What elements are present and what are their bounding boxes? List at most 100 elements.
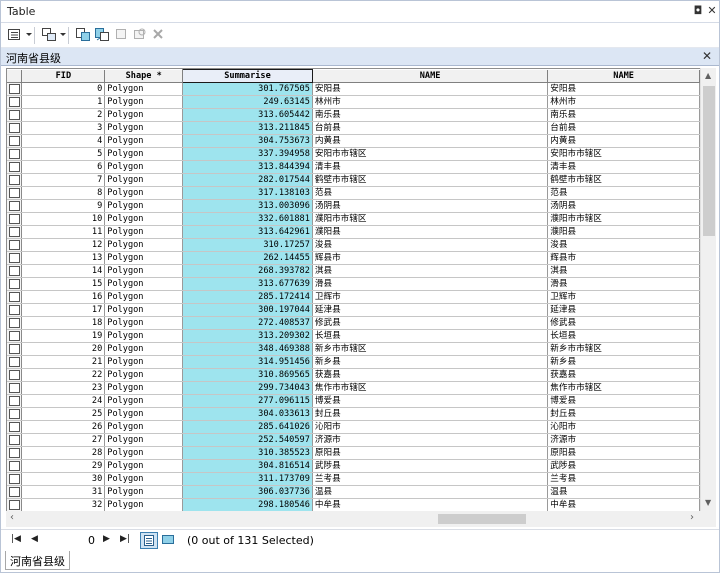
cell-summarise[interactable]: 262.14455 (182, 251, 313, 265)
table-row[interactable]: 24 Polygon 277.096115 博爱县 博爱县 (7, 394, 700, 408)
cell-shape[interactable]: Polygon (104, 420, 184, 434)
table-row[interactable]: 17 Polygon 300.197044 延津县 延津县 (7, 303, 700, 317)
cell-name[interactable]: 延津县 (312, 303, 549, 317)
cell-summarise[interactable]: 304.753673 (182, 134, 313, 148)
cell-name-2[interactable]: 范县 (547, 186, 700, 200)
cell-name-2[interactable]: 修武县 (547, 316, 700, 330)
row-selector-box[interactable] (8, 214, 20, 224)
cell-summarise[interactable]: 285.172414 (182, 290, 313, 304)
cell-summarise[interactable]: 310.17257 (182, 238, 313, 252)
row-selector[interactable] (7, 498, 23, 511)
cell-name-2[interactable]: 沁阳市 (547, 420, 700, 434)
cell-summarise[interactable]: 301.767505 (182, 82, 313, 96)
row-selector[interactable] (7, 225, 23, 239)
cell-shape[interactable]: Polygon (104, 82, 184, 96)
cell-name-2[interactable]: 博爱县 (547, 394, 700, 408)
related-tables-dropdown-icon[interactable] (60, 33, 66, 36)
table-row[interactable]: 8 Polygon 317.138103 范县 范县 (7, 186, 700, 200)
row-selector[interactable] (7, 446, 23, 460)
column-header-name[interactable]: NAME (312, 69, 549, 83)
related-tables-icon[interactable] (41, 27, 59, 43)
cell-summarise[interactable]: 332.601881 (182, 212, 313, 226)
cell-name[interactable]: 鹤壁市市辖区 (312, 173, 549, 187)
cell-fid[interactable]: 19 (21, 329, 106, 343)
row-selector-box[interactable] (8, 240, 20, 250)
row-selector[interactable] (7, 134, 23, 148)
cell-summarise[interactable]: 313.844394 (182, 160, 313, 174)
cell-summarise[interactable]: 306.037736 (182, 485, 313, 499)
clear-selection-icon[interactable] (114, 27, 132, 43)
table-row[interactable]: 6 Polygon 313.844394 清丰县 清丰县 (7, 160, 700, 174)
row-selector[interactable] (7, 342, 23, 356)
row-selector-box[interactable] (8, 474, 20, 484)
row-selector[interactable] (7, 433, 23, 447)
pin-icon[interactable]: ◘ (691, 4, 705, 18)
table-row[interactable]: 0 Polygon 301.767505 安阳县 安阳县 (7, 82, 700, 96)
row-selector[interactable] (7, 316, 23, 330)
cell-name-2[interactable]: 淇县 (547, 264, 700, 278)
column-header-name-2[interactable]: NAME (547, 69, 700, 83)
table-options-icon[interactable] (7, 27, 25, 43)
cell-shape[interactable]: Polygon (104, 368, 184, 382)
cell-name[interactable]: 博爱县 (312, 394, 549, 408)
table-row[interactable]: 28 Polygon 310.385523 原阳县 原阳县 (7, 446, 700, 460)
cell-fid[interactable]: 11 (21, 225, 106, 239)
table-row[interactable]: 30 Polygon 311.173709 兰考县 兰考县 (7, 472, 700, 486)
scroll-right-icon[interactable]: › (690, 512, 694, 523)
cell-shape[interactable]: Polygon (104, 160, 184, 174)
row-selector[interactable] (7, 303, 23, 317)
row-selector[interactable] (7, 147, 23, 161)
cell-summarise[interactable]: 249.63145 (182, 95, 313, 109)
show-all-records-icon[interactable] (140, 532, 158, 549)
cell-shape[interactable]: Polygon (104, 316, 184, 330)
cell-summarise[interactable]: 313.605442 (182, 108, 313, 122)
cell-shape[interactable]: Polygon (104, 95, 184, 109)
cell-summarise[interactable]: 310.869565 (182, 368, 313, 382)
cell-name[interactable]: 濮阳县 (312, 225, 549, 239)
cell-summarise[interactable]: 313.003096 (182, 199, 313, 213)
cell-name-2[interactable]: 浚县 (547, 238, 700, 252)
row-selector[interactable] (7, 264, 23, 278)
cell-name[interactable]: 沁阳市 (312, 420, 549, 434)
table-row[interactable]: 20 Polygon 348.469388 新乡市市辖区 新乡市市辖区 (7, 342, 700, 356)
cell-summarise[interactable]: 268.393782 (182, 264, 313, 278)
cell-shape[interactable]: Polygon (104, 472, 184, 486)
cell-name-2[interactable]: 获嘉县 (547, 368, 700, 382)
cell-fid[interactable]: 23 (21, 381, 106, 395)
table-row[interactable]: 7 Polygon 282.017544 鹤壁市市辖区 鹤壁市市辖区 (7, 173, 700, 187)
table-row[interactable]: 1 Polygon 249.63145 林州市 林州市 (7, 95, 700, 109)
cell-fid[interactable]: 31 (21, 485, 106, 499)
cell-name[interactable]: 台前县 (312, 121, 549, 135)
cell-name[interactable]: 卫辉市 (312, 290, 549, 304)
row-selector-box[interactable] (8, 227, 20, 237)
cell-name[interactable]: 温县 (312, 485, 549, 499)
cell-fid[interactable]: 29 (21, 459, 106, 473)
cell-name[interactable]: 新乡市市辖区 (312, 342, 549, 356)
cell-name[interactable]: 安阳县 (312, 82, 549, 96)
cell-shape[interactable]: Polygon (104, 485, 184, 499)
cell-name-2[interactable]: 濮阳市市辖区 (547, 212, 700, 226)
row-selector-box[interactable] (8, 279, 20, 289)
cell-name[interactable]: 兰考县 (312, 472, 549, 486)
row-selector-box[interactable] (8, 318, 20, 328)
table-options-dropdown-icon[interactable] (26, 33, 32, 36)
table-row[interactable]: 26 Polygon 285.641026 沁阳市 沁阳市 (7, 420, 700, 434)
cell-summarise[interactable]: 299.734043 (182, 381, 313, 395)
cell-shape[interactable]: Polygon (104, 238, 184, 252)
cell-name[interactable]: 清丰县 (312, 160, 549, 174)
column-header-fid[interactable]: FID (21, 69, 106, 83)
row-selector[interactable] (7, 108, 23, 122)
cell-fid[interactable]: 13 (21, 251, 106, 265)
cell-name-2[interactable]: 滑县 (547, 277, 700, 291)
table-row[interactable]: 14 Polygon 268.393782 淇县 淇县 (7, 264, 700, 278)
table-row[interactable]: 22 Polygon 310.869565 获嘉县 获嘉县 (7, 368, 700, 382)
cell-summarise[interactable]: 298.180546 (182, 498, 313, 511)
row-selector-box[interactable] (8, 383, 20, 393)
cell-name[interactable]: 新乡县 (312, 355, 549, 369)
cell-summarise[interactable]: 282.017544 (182, 173, 313, 187)
current-record-input[interactable]: 0 (49, 533, 99, 549)
cell-shape[interactable]: Polygon (104, 303, 184, 317)
table-row[interactable]: 21 Polygon 314.951456 新乡县 新乡县 (7, 355, 700, 369)
row-selector[interactable] (7, 407, 23, 421)
row-selector[interactable] (7, 173, 23, 187)
